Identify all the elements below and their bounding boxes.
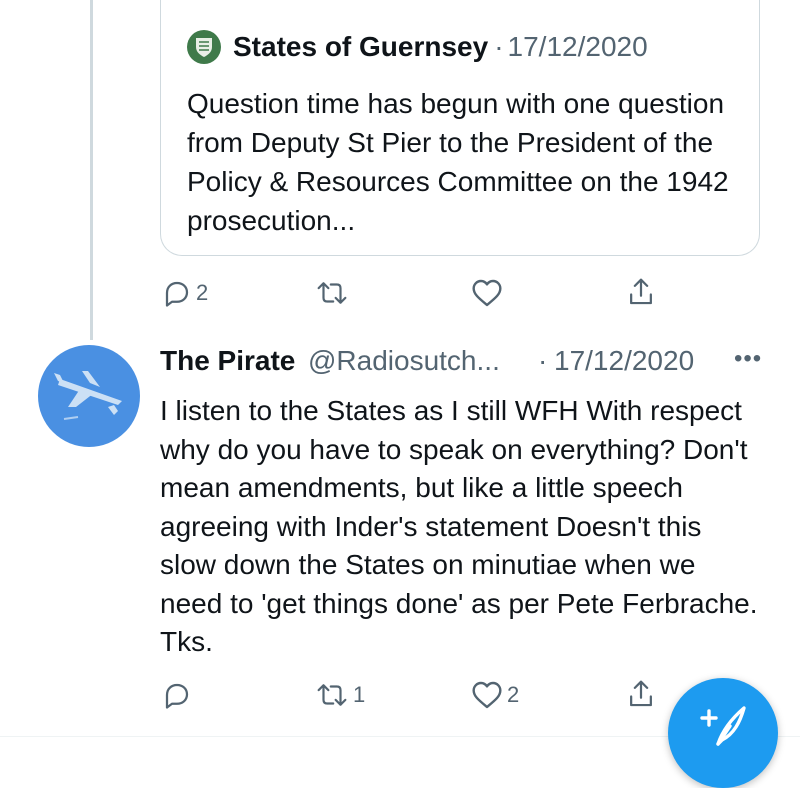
thread-connector-line xyxy=(90,0,93,340)
quoted-tweet-card[interactable]: States of Guernsey · 17/12/2020 Question… xyxy=(160,0,760,256)
share-button[interactable] xyxy=(626,276,656,308)
guernsey-crest-icon[interactable] xyxy=(187,30,221,64)
tweet-date[interactable]: 17/12/2020 xyxy=(554,345,694,377)
like-button[interactable]: 2 xyxy=(471,680,519,710)
author-name[interactable]: The Pirate xyxy=(160,345,295,377)
date-separator: · xyxy=(538,345,548,376)
avatar[interactable] xyxy=(38,345,140,447)
like-button[interactable] xyxy=(471,278,507,308)
heart-icon xyxy=(472,681,502,709)
retweet-icon xyxy=(317,282,347,304)
like-count: 2 xyxy=(507,682,520,707)
compose-tweet-button[interactable] xyxy=(668,678,778,788)
share-icon xyxy=(630,680,652,707)
reply-icon xyxy=(165,683,189,709)
more-options-button[interactable]: ••• xyxy=(734,345,762,373)
reply-count: 2 xyxy=(196,280,209,305)
compose-tweet-icon xyxy=(700,706,746,746)
author-handle[interactable]: @Radiosutch... xyxy=(308,345,500,377)
retweet-icon xyxy=(317,684,347,706)
retweet-button[interactable] xyxy=(315,278,353,308)
quoted-date[interactable]: 17/12/2020 xyxy=(508,31,648,63)
share-icon xyxy=(630,278,652,305)
airplane-icon xyxy=(54,371,122,420)
quoted-author-name[interactable]: States of Guernsey xyxy=(233,31,488,63)
heart-icon xyxy=(472,279,502,307)
tweet-header: The Pirate @Radiosutch... · 17/12/2020 •… xyxy=(160,345,762,385)
retweet-button[interactable]: 1 xyxy=(315,680,365,710)
reply-icon xyxy=(165,281,189,307)
reply-button[interactable]: 2 xyxy=(162,278,208,308)
quoted-tweet-text: Question time has begun with one questio… xyxy=(187,88,729,236)
quoted-tweet-header: States of Guernsey · 17/12/2020 xyxy=(187,30,648,64)
retweet-count: 1 xyxy=(353,682,366,707)
quoted-separator: · xyxy=(494,31,504,62)
reply-button[interactable] xyxy=(162,680,196,710)
tweet-text: I listen to the States as I still WFH Wi… xyxy=(160,395,758,657)
share-button[interactable] xyxy=(626,678,656,710)
